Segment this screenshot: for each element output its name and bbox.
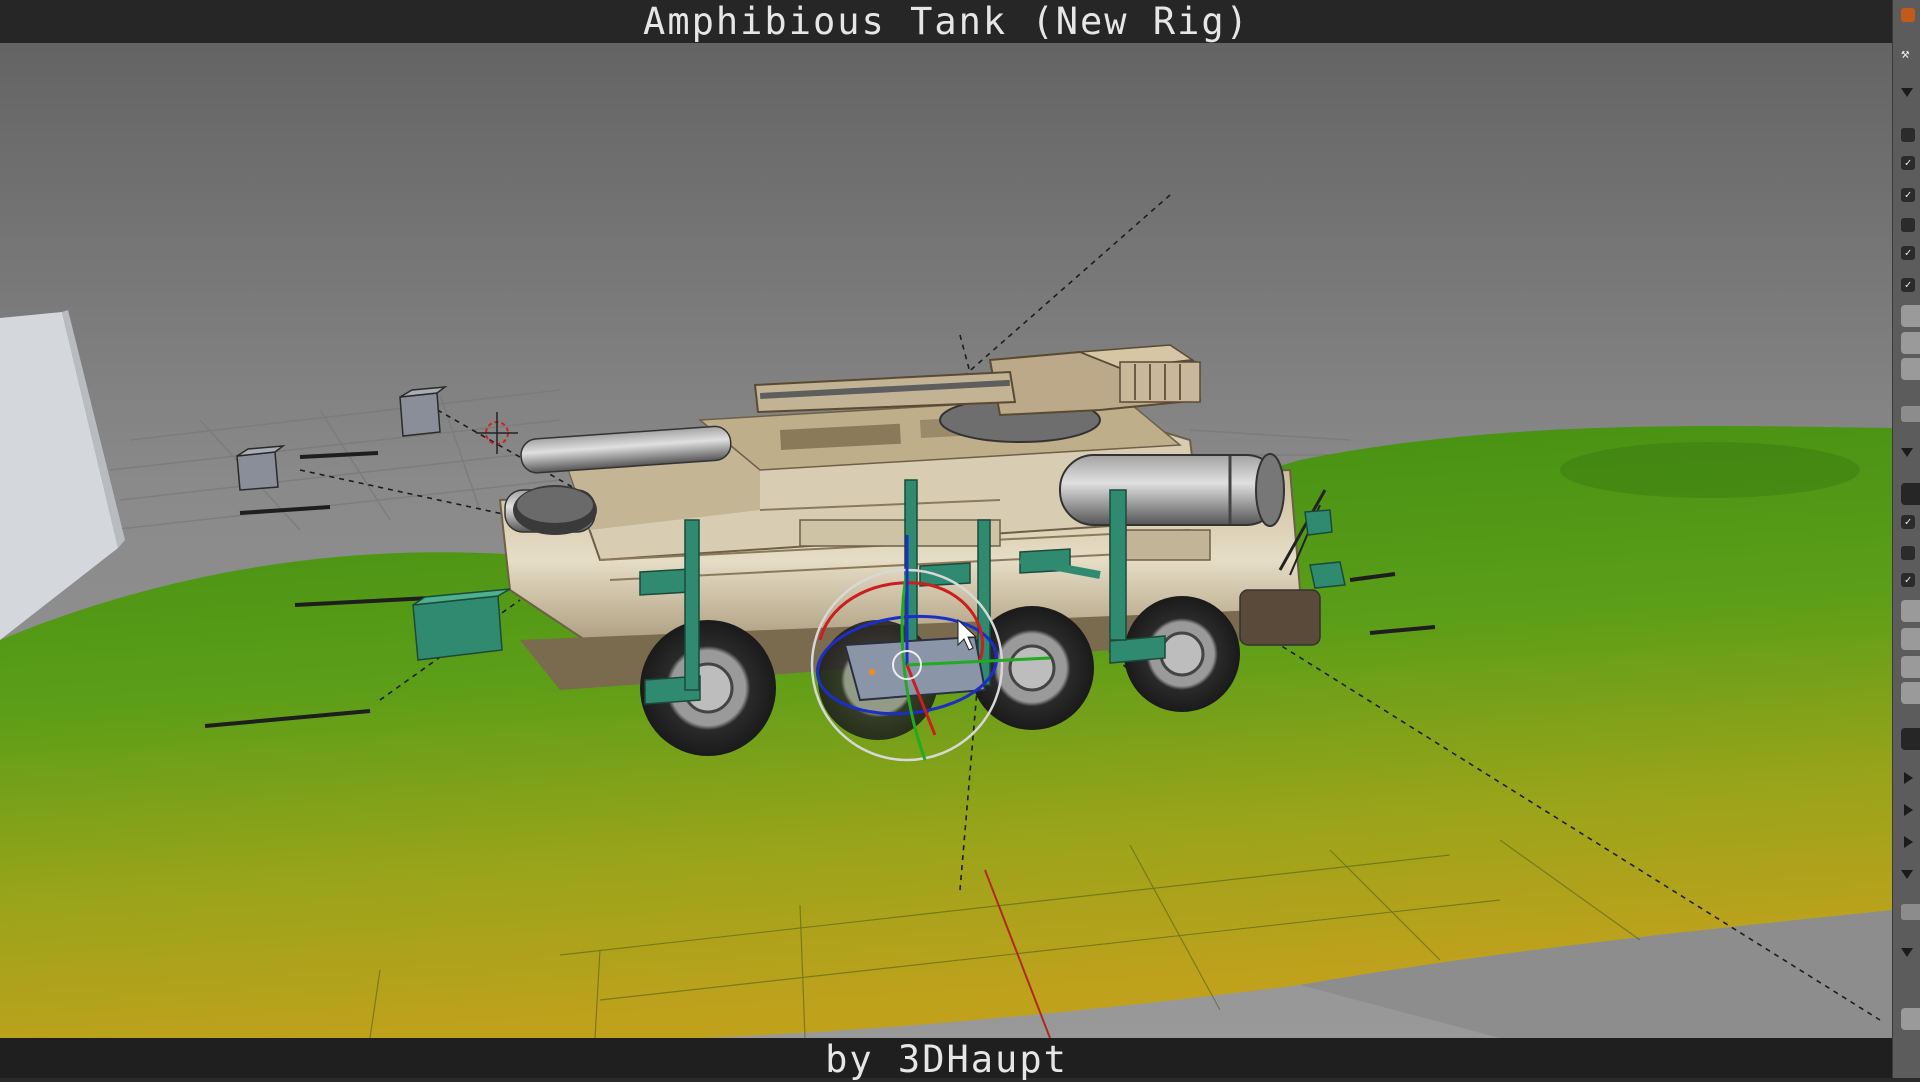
slider-field[interactable] [1901, 656, 1920, 678]
checkbox[interactable] [1901, 218, 1915, 232]
dropdown-field[interactable] [1901, 483, 1920, 505]
video-title: Amphibious Tank (New Rig) [0, 0, 1893, 43]
dropdown-field[interactable] [1901, 728, 1920, 750]
checkbox-checked[interactable]: ✓ [1901, 278, 1915, 292]
3d-viewport[interactable] [0, 0, 1920, 1078]
checkbox[interactable] [1901, 128, 1915, 142]
text-field[interactable] [1901, 1008, 1920, 1030]
collapsed-triangle-icon[interactable] [1904, 836, 1913, 848]
object-icon[interactable] [1901, 8, 1915, 22]
credit-caption: by 3DHaupt [0, 1038, 1893, 1081]
collapsed-triangle-icon[interactable] [1904, 804, 1913, 816]
rear-fuel-tank [1059, 453, 1285, 527]
disclosure-triangle-icon[interactable] [1901, 448, 1913, 457]
checkbox-checked[interactable]: ✓ [1901, 188, 1915, 202]
disclosure-triangle-icon[interactable] [1901, 870, 1913, 879]
checkbox-checked[interactable]: ✓ [1901, 246, 1915, 260]
slider-field[interactable] [1901, 358, 1920, 380]
panel-button[interactable] [1901, 406, 1920, 422]
checkbox-checked[interactable]: ✓ [1901, 515, 1915, 529]
properties-side-panel[interactable]: ⚒ ✓ ✓ ✓ ✓ ✓ ✓ [1892, 0, 1920, 1078]
slider-field[interactable] [1901, 628, 1920, 650]
wrench-icon[interactable]: ⚒ [1901, 46, 1915, 62]
panel-button[interactable] [1901, 904, 1920, 920]
disclosure-triangle-icon[interactable] [1901, 948, 1913, 957]
slider-field[interactable] [1901, 682, 1920, 704]
viewport-scene[interactable] [0, 0, 1920, 1078]
disclosure-triangle-icon[interactable] [1901, 88, 1913, 97]
checkbox[interactable] [1901, 546, 1915, 560]
slider-field[interactable] [1901, 600, 1920, 622]
collapsed-triangle-icon[interactable] [1904, 772, 1913, 784]
slider-field[interactable] [1901, 332, 1920, 354]
checkbox-checked[interactable]: ✓ [1901, 156, 1915, 170]
checkbox-checked[interactable]: ✓ [1901, 573, 1915, 587]
slider-field[interactable] [1901, 305, 1920, 327]
